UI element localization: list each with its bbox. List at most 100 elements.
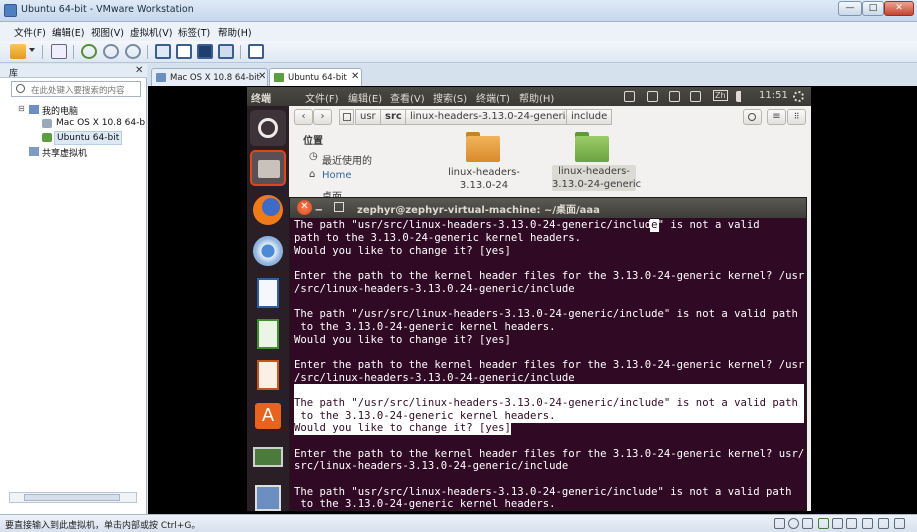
ubuntu-logo-icon[interactable] <box>250 110 286 146</box>
library-horizontal-scrollbar[interactable] <box>9 492 137 503</box>
terminal-output[interactable]: The path "usr/src/linux-headers-3.13.0-2… <box>294 219 804 511</box>
terminal-window[interactable]: ✕ ‒ zephyr@zephyr-virtual-machine: ~/桌面/… <box>289 197 807 511</box>
library-close-icon[interactable]: ✕ <box>135 65 143 76</box>
terminal-line: to the 3.13.0-24-generic kernel headers. <box>294 321 556 333</box>
menu-file[interactable]: 文件(F) <box>14 25 46 39</box>
display-icon[interactable] <box>878 518 889 529</box>
usb-icon[interactable] <box>832 518 843 529</box>
fullscreen-icon[interactable] <box>197 44 213 59</box>
quick-switch-icon[interactable] <box>176 44 192 59</box>
show-library-icon[interactable] <box>155 44 171 59</box>
tab-ubuntu-close-icon[interactable]: ✕ <box>351 71 359 82</box>
network-adapter-icon[interactable] <box>818 518 829 529</box>
volume-icon[interactable] <box>736 91 747 102</box>
search-placeholder: 在此处键入要搜索的内容 <box>31 86 125 96</box>
writer-icon[interactable] <box>250 275 286 311</box>
unity-icon[interactable] <box>218 44 234 59</box>
chevron-down-icon[interactable] <box>29 48 35 52</box>
tab-macos[interactable]: Mac OS X 10.8 64-bit ✕ <box>151 68 268 86</box>
tree-item-my-computer[interactable]: 我的电脑 <box>42 104 78 117</box>
minimize-button[interactable]: — <box>838 1 862 16</box>
grid-view-button[interactable]: ⠿ <box>787 109 806 125</box>
clock-icon: ◷ <box>309 151 318 162</box>
forward-button[interactable]: › <box>313 109 332 125</box>
network-tray-icon[interactable] <box>669 91 680 102</box>
place-recent[interactable]: 最近使用的 <box>322 152 372 167</box>
maximize-button[interactable]: □ <box>862 1 884 16</box>
close-button[interactable]: ✕ <box>884 1 914 16</box>
window-title: Ubuntu 64-bit - VMware Workstation <box>21 4 194 15</box>
menu-edit[interactable]: 编辑(E) <box>52 25 84 39</box>
software-center-icon[interactable]: A <box>250 398 286 434</box>
terminal-line: Enter the path to the kernel header file… <box>294 359 804 371</box>
chromium-icon[interactable] <box>250 233 286 269</box>
term-menu-terminal[interactable]: 终端(T) <box>476 90 510 105</box>
tree-item-shared[interactable]: 共享虚拟机 <box>42 146 87 159</box>
network-icon[interactable] <box>51 44 67 59</box>
snapshot-icon[interactable] <box>81 44 97 59</box>
vm-running-icon <box>42 133 52 142</box>
toolbar-separator <box>73 45 74 59</box>
files-icon[interactable] <box>250 150 286 186</box>
term-menu-help[interactable]: 帮助(H) <box>519 90 554 105</box>
clock[interactable]: 11:51 <box>759 90 788 101</box>
breadcrumb-linux-headers[interactable]: linux-headers-3.13.0-24-generic <box>405 109 576 125</box>
printer-icon[interactable] <box>862 518 873 529</box>
terminal-minimize-button[interactable]: ‒ <box>315 203 323 216</box>
menu-view[interactable]: 视图(V) <box>91 25 124 39</box>
folder-label-2-selected[interactable]: linux-headers- 3.13.0-24-generic <box>552 165 641 191</box>
keyboard-icon[interactable] <box>690 91 701 102</box>
firefox-icon[interactable] <box>250 192 286 228</box>
hdd-icon[interactable] <box>774 518 785 529</box>
term-menu-view[interactable]: 查看(V) <box>390 90 425 105</box>
workspace-icon[interactable] <box>250 439 286 475</box>
calc-icon[interactable] <box>250 316 286 352</box>
terminal-maximize-button[interactable] <box>334 202 344 212</box>
input-method-indicator[interactable]: Zh <box>713 90 728 101</box>
scrollbar-thumb[interactable] <box>24 494 120 501</box>
breadcrumb-root[interactable] <box>339 109 354 125</box>
tab-ubuntu[interactable]: Ubuntu 64-bit ✕ <box>269 68 362 86</box>
list-view-button[interactable]: ≡ <box>767 109 786 125</box>
search-button[interactable] <box>743 109 762 125</box>
ubuntu-top-panel: 终端 文件(F) 编辑(E) 查看(V) 搜索(S) 终端(T) 帮助(H) Z… <box>247 87 811 106</box>
term-menu-search[interactable]: 搜索(S) <box>433 90 467 105</box>
cdrom-icon[interactable] <box>788 518 799 529</box>
gear-icon[interactable] <box>793 91 804 102</box>
folder-label-1[interactable]: linux-headers- 3.13.0-24 <box>439 166 529 192</box>
guest-screen[interactable]: 终端 文件(F) 编辑(E) 查看(V) 搜索(S) 终端(T) 帮助(H) Z… <box>247 87 811 511</box>
tab-macos-close-icon[interactable]: ✕ <box>258 71 266 82</box>
tree-collapse-icon[interactable]: ⊟ <box>18 104 25 113</box>
mail-icon[interactable] <box>647 91 658 102</box>
toolbar-separator <box>147 45 148 59</box>
tree-item-ubuntu[interactable]: Ubuntu 64-bit <box>54 131 123 145</box>
tree-item-macos[interactable]: Mac OS X 10.8 64-b <box>56 118 145 128</box>
menu-vm[interactable]: 虚拟机(V) <box>130 25 172 39</box>
console-view-icon[interactable] <box>248 44 264 59</box>
menu-tabs[interactable]: 标签(T) <box>178 25 210 39</box>
tab-macos-label: Mac OS X 10.8 64-bit <box>170 73 260 83</box>
impress-icon[interactable] <box>250 357 286 393</box>
breadcrumb-usr[interactable]: usr <box>355 109 381 125</box>
menu-help[interactable]: 帮助(H) <box>218 25 252 39</box>
snapshot-manager-icon[interactable] <box>125 44 141 59</box>
folder-icon[interactable] <box>466 132 500 162</box>
place-home[interactable]: Home <box>322 170 352 181</box>
folder-icon[interactable] <box>575 132 609 162</box>
trash-icon[interactable] <box>250 479 286 511</box>
back-button[interactable]: ‹ <box>294 109 313 125</box>
install-icon[interactable] <box>624 91 635 102</box>
terminal-close-button[interactable]: ✕ <box>297 200 312 215</box>
floppy-icon[interactable] <box>802 518 813 529</box>
term-menu-edit[interactable]: 编辑(E) <box>348 90 382 105</box>
breadcrumb-src[interactable]: src <box>380 109 407 125</box>
term-menu-file[interactable]: 文件(F) <box>305 90 339 105</box>
status-text: 要直接输入到此虚拟机，单击内部或按 Ctrl+G。 <box>5 521 201 531</box>
sound-icon[interactable] <box>846 518 857 529</box>
power-icon[interactable] <box>10 44 26 59</box>
library-search-input[interactable]: 在此处键入要搜索的内容 <box>11 81 141 97</box>
breadcrumb-include[interactable]: include <box>566 109 613 125</box>
revert-snapshot-icon[interactable] <box>103 44 119 59</box>
terminal-line-selected: The path "/usr/src/linux-headers-3.13.0-… <box>294 397 804 410</box>
message-log-icon[interactable] <box>894 518 905 529</box>
